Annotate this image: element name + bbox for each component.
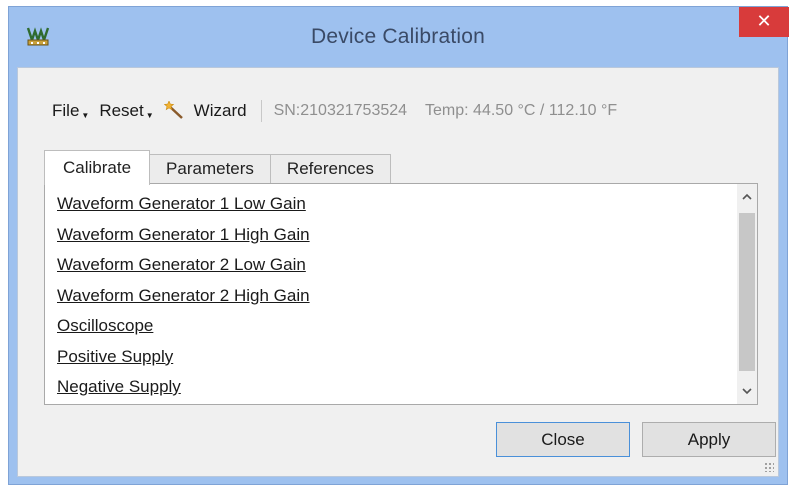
- title-bar[interactable]: Device Calibration ✕: [9, 7, 789, 67]
- temperature-readout: Temp: 44.50 °C / 112.10 °F: [425, 102, 618, 119]
- list-item[interactable]: Oscilloscope: [57, 313, 310, 344]
- file-menu-label: File: [52, 101, 80, 120]
- magic-wand-icon: [163, 100, 188, 121]
- caret-down-icon: ▼: [81, 110, 90, 120]
- scrollbar-thumb[interactable]: [739, 213, 755, 371]
- toolbar-separator: [260, 100, 262, 122]
- chevron-down-icon[interactable]: [737, 380, 757, 402]
- file-menu[interactable]: File ▼: [52, 101, 89, 121]
- list-item[interactable]: Positive Supply: [57, 344, 310, 375]
- tab-references[interactable]: References: [269, 154, 391, 184]
- list-item[interactable]: Negative Supply: [57, 374, 310, 404]
- close-icon: ✕: [756, 11, 772, 31]
- tab-calibrate[interactable]: Calibrate: [44, 150, 151, 185]
- toolbar: File ▼ Reset ▼ Wizard SN:210321753524 Te…: [52, 100, 635, 122]
- apply-button[interactable]: Apply: [642, 422, 776, 457]
- chevron-up-icon[interactable]: [737, 186, 757, 208]
- calibrate-list: Waveform Generator 1 Low Gain Waveform G…: [44, 183, 758, 405]
- list-item[interactable]: Waveform Generator 2 Low Gain: [57, 252, 310, 283]
- list-item[interactable]: Waveform Generator 1 High Gain: [57, 222, 310, 253]
- wizard-button[interactable]: Wizard: [163, 100, 247, 121]
- window-close-button[interactable]: ✕: [739, 7, 789, 37]
- close-button[interactable]: Close: [496, 422, 630, 457]
- reset-menu[interactable]: Reset ▼: [99, 101, 153, 121]
- client-area: File ▼ Reset ▼ Wizard SN:210321753524 Te…: [17, 67, 779, 477]
- vertical-scrollbar[interactable]: [737, 184, 757, 404]
- calibrate-items: Waveform Generator 1 Low Gain Waveform G…: [57, 191, 310, 404]
- device-calibration-window: Device Calibration ✕ File ▼ Reset ▼ Wiza…: [8, 6, 789, 485]
- resize-grip[interactable]: [764, 462, 774, 472]
- list-item[interactable]: Waveform Generator 2 High Gain: [57, 283, 310, 314]
- tab-parameters[interactable]: Parameters: [149, 154, 271, 184]
- wizard-label: Wizard: [193, 101, 247, 120]
- list-item[interactable]: Waveform Generator 1 Low Gain: [57, 191, 310, 222]
- window-title: Device Calibration: [310, 25, 485, 48]
- reset-menu-label: Reset: [99, 101, 144, 120]
- serial-number: SN:210321753524: [273, 102, 408, 119]
- caret-down-icon: ▼: [145, 110, 154, 120]
- tab-strip: Calibrate Parameters References: [44, 150, 391, 185]
